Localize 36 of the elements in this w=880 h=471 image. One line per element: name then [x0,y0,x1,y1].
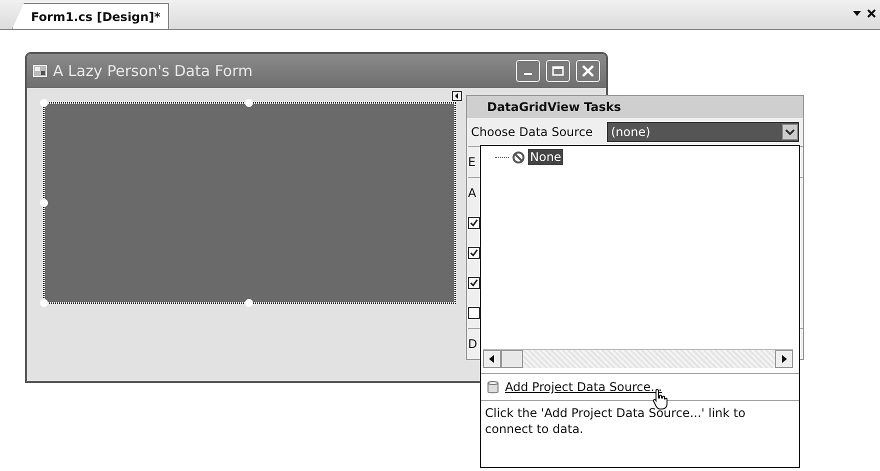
add-data-source-link[interactable]: Add Project Data Source... [505,380,662,394]
horizontal-scrollbar[interactable] [483,349,793,368]
data-source-combobox[interactable]: (none) [607,122,799,142]
close-icon [582,65,594,77]
window-title: A Lazy Person's Data Form [53,62,254,80]
dropdown-arrow-icon[interactable] [853,11,861,16]
no-symbol-icon [512,150,525,164]
checkbox[interactable] [468,307,480,319]
checkbox[interactable] [468,217,480,229]
smart-tag-glyph-icon[interactable] [452,91,462,101]
checkbox[interactable] [468,247,480,259]
scroll-left-icon[interactable] [489,355,495,363]
database-icon [487,380,499,394]
covered-label: E [468,155,476,169]
close-button[interactable] [576,60,600,82]
covered-label: A [468,186,476,200]
minimize-icon [524,73,532,75]
tree-item[interactable]: None [528,149,564,165]
maximize-icon [552,66,564,76]
minimize-button[interactable] [516,60,540,82]
scrollbar-thumb[interactable] [501,350,523,368]
covered-label: D [468,337,478,351]
document-tab[interactable]: Form1.cs [Design]* [12,3,170,29]
scroll-right-icon[interactable] [781,355,787,363]
checkbox[interactable] [468,277,480,289]
panel-title: DataGridView Tasks [467,96,803,118]
resize-handle[interactable] [40,99,48,107]
close-icon[interactable] [867,9,876,18]
resize-handle[interactable] [40,199,48,207]
form-icon [33,65,47,77]
resize-handle[interactable] [245,99,253,107]
resize-handle[interactable] [245,299,253,307]
chevron-down-icon[interactable] [782,124,798,140]
data-source-label: Choose Data Source [471,125,594,139]
resize-handle[interactable] [40,299,48,307]
maximize-button[interactable] [546,60,570,82]
